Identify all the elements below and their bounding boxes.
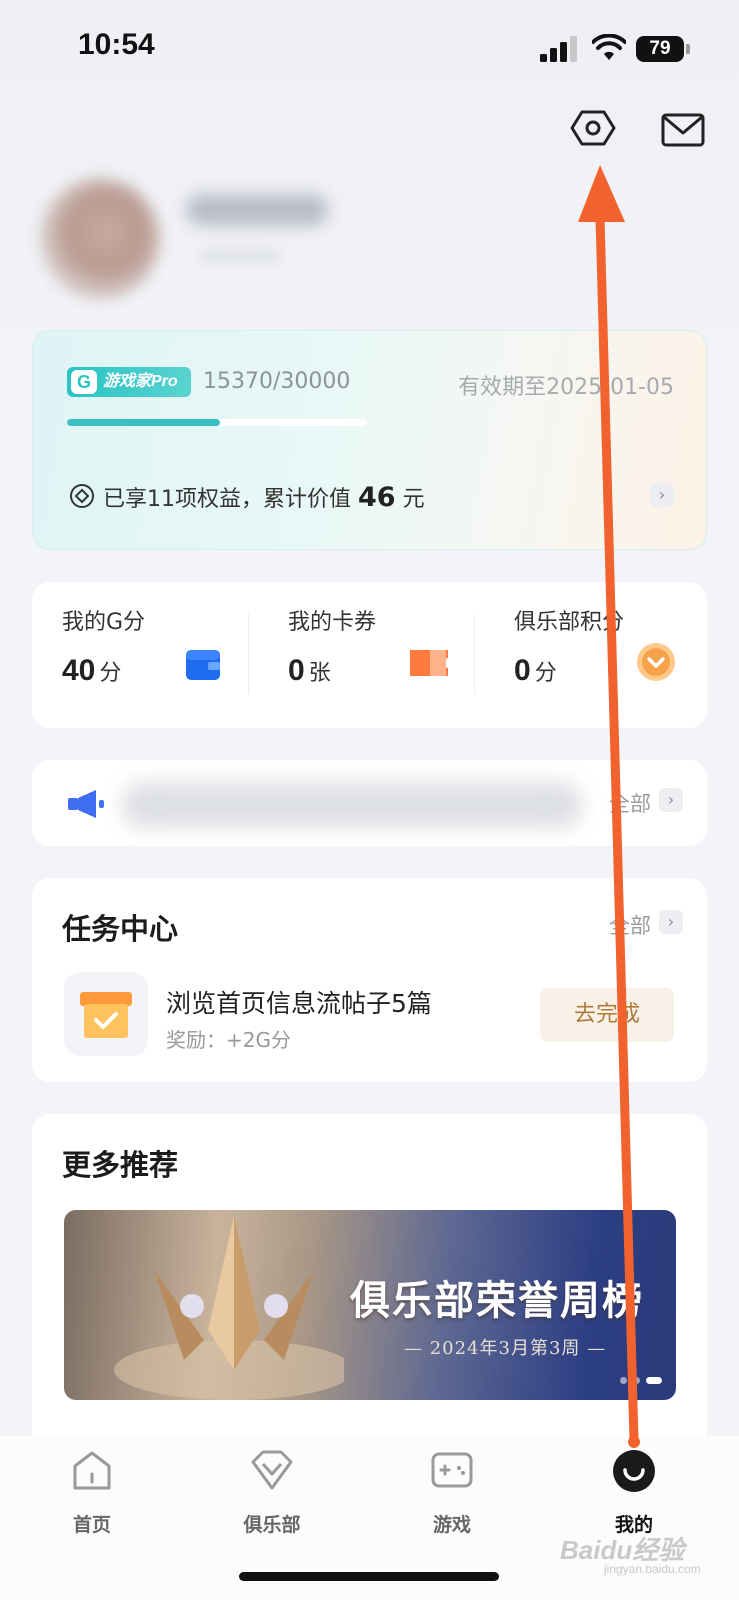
- coin-icon: [637, 643, 675, 681]
- battery-indicator: 79: [636, 36, 690, 62]
- chevron-right-icon[interactable]: ›: [659, 788, 683, 812]
- checkbox-box-icon: [80, 992, 132, 1038]
- pro-progress-fill: [67, 419, 220, 426]
- user-subtitle-blurred: [200, 250, 280, 262]
- banner-subtitle: — 2024年3月第3周 —: [404, 1338, 607, 1359]
- tab-games[interactable]: 游戏: [392, 1448, 512, 1537]
- banner-title: 俱乐部荣誉周榜: [350, 1277, 644, 1324]
- task-center-card: 任务中心 全部 › 浏览首页信息流帖子5篇 奖励：+2G分 去完成: [32, 878, 707, 1082]
- settings-icon[interactable]: [570, 108, 616, 148]
- tab-mine[interactable]: 我的: [574, 1448, 694, 1537]
- username-blurred: [186, 194, 328, 226]
- gamepad-icon: [431, 1452, 473, 1488]
- benefit-value: 46: [358, 482, 396, 513]
- diamond-icon: [251, 1450, 293, 1490]
- stat-label: 我的卡券: [288, 610, 377, 635]
- carousel-dots: [620, 1377, 662, 1384]
- task-center-title: 任务中心: [62, 912, 179, 946]
- home-icon: [73, 1451, 111, 1490]
- pro-expire-date: 有效期至2025-01-05: [458, 375, 674, 400]
- diamond-benefit-icon: [70, 484, 94, 508]
- tab-home[interactable]: 首页: [32, 1448, 152, 1537]
- avatar[interactable]: [40, 178, 160, 300]
- complete-task-button[interactable]: 去完成: [540, 988, 674, 1042]
- wallet-icon: [186, 650, 220, 680]
- wifi-icon: [592, 34, 626, 60]
- stat-value: 0: [288, 654, 305, 687]
- pro-benefit-text: 已享11项权益，累计价值 46 元: [103, 482, 425, 513]
- chevron-right-icon[interactable]: ›: [650, 483, 674, 507]
- recommendations-title: 更多推荐: [62, 1148, 179, 1182]
- task-all-link[interactable]: 全部: [609, 910, 651, 940]
- pro-membership-card[interactable]: G 游戏家Pro 15370/30000 有效期至2025-01-05 已享11…: [32, 330, 707, 550]
- task-icon-wrap: [64, 972, 148, 1056]
- notice-all-link[interactable]: 全部: [609, 788, 651, 818]
- stat-value: 0: [514, 654, 531, 687]
- task-reward: 奖励：+2G分: [166, 1028, 291, 1052]
- recommendations-card: 更多推荐 俱乐部荣誉周榜 — 2024年3月第3周 —: [32, 1114, 707, 1454]
- tab-club[interactable]: 俱乐部: [212, 1448, 332, 1537]
- pro-badge: G 游戏家Pro: [67, 367, 191, 397]
- stat-value: 40: [62, 654, 96, 687]
- stat-label: 俱乐部积分: [514, 610, 625, 635]
- promo-banner[interactable]: 俱乐部荣誉周榜 — 2024年3月第3周 —: [64, 1210, 676, 1400]
- notice-text-blurred: [122, 782, 582, 828]
- home-indicator: [239, 1572, 499, 1581]
- tab-label: 首页: [72, 1514, 111, 1536]
- megaphone-icon: [68, 790, 104, 818]
- mail-icon[interactable]: [660, 110, 706, 150]
- ticket-icon: [410, 650, 448, 676]
- stat-label: 我的G分: [62, 610, 146, 635]
- task-title: 浏览首页信息流帖子5篇: [166, 989, 432, 1018]
- battery-level: 79: [636, 36, 684, 62]
- tab-label: 俱乐部: [243, 1514, 301, 1536]
- notice-bar[interactable]: 全部 ›: [32, 760, 707, 846]
- smile-face-icon: [613, 1450, 655, 1492]
- pro-score: 15370/30000: [203, 369, 351, 394]
- pro-badge-label: 游戏家Pro: [103, 373, 178, 390]
- tab-label: 游戏: [432, 1514, 471, 1536]
- stats-card: 我的G分 40 分 我的卡券 0张 俱乐部积分 0分: [32, 582, 707, 728]
- chevron-right-icon[interactable]: ›: [659, 910, 683, 934]
- cellular-signal-icon: [540, 36, 577, 62]
- pro-progress-bar: [67, 419, 367, 426]
- status-time: 10:54: [78, 28, 155, 61]
- pro-logo-icon: G: [71, 370, 97, 394]
- trophy-crown-icon: [114, 1216, 344, 1400]
- watermark-url: jingyan.baidu.com: [604, 1562, 701, 1576]
